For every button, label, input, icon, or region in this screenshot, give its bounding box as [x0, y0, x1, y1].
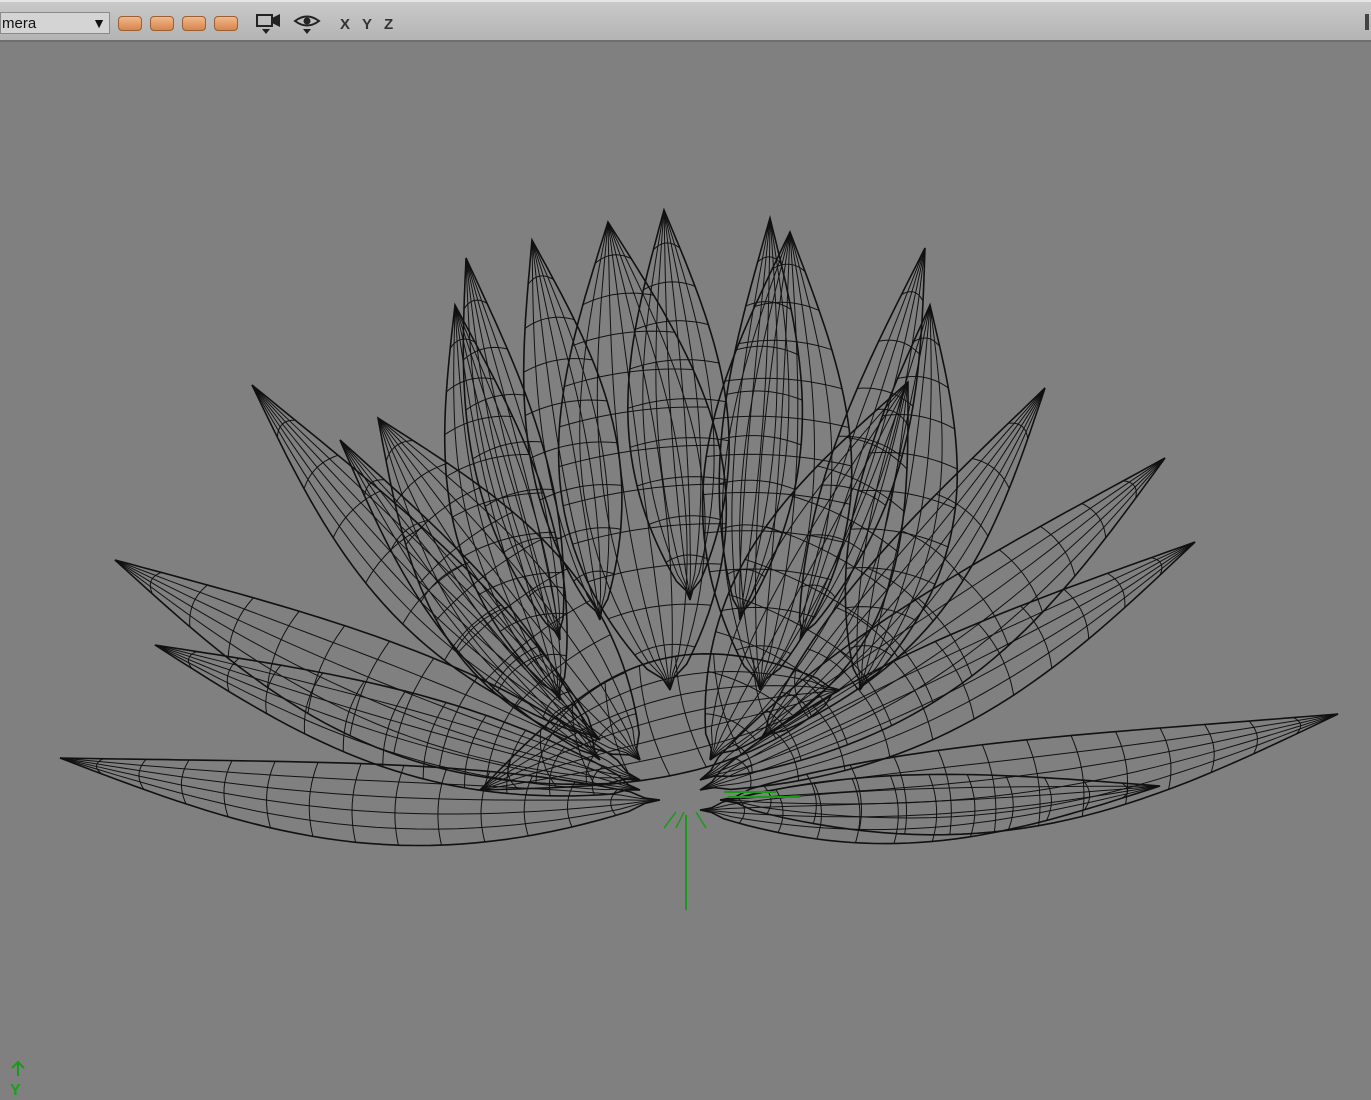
layout-swatch-button-3[interactable]: [182, 16, 206, 31]
spread-petal-left: [251, 384, 601, 741]
panel-edge-handle[interactable]: [1365, 14, 1369, 30]
y-axis-indicator: Y: [10, 1082, 21, 1099]
axis-y-toggle[interactable]: Y: [362, 16, 372, 33]
3d-viewport[interactable]: Y: [0, 42, 1371, 1099]
eye-icon[interactable]: [292, 12, 322, 36]
outer-petal-left: [59, 757, 661, 847]
layout-swatch-button-2[interactable]: [150, 16, 174, 31]
viewport-toolbar: mera ▼ X Y Z: [0, 0, 1371, 42]
camera-dropdown[interactable]: mera ▼: [0, 12, 110, 34]
chevron-down-icon: ▼: [92, 15, 106, 31]
inner-petal-4: [718, 214, 804, 621]
inner-petal-3: [626, 207, 730, 601]
lotus-wireframe-mesh: [11, 207, 1339, 1076]
camera-icon[interactable]: [254, 12, 284, 36]
crown-petal-3: [701, 229, 853, 691]
axis-z-toggle[interactable]: Z: [384, 16, 393, 33]
layout-swatch-button-4[interactable]: [214, 16, 238, 31]
crown-petal-4: [844, 302, 959, 691]
layout-swatch-button-1[interactable]: [118, 16, 142, 31]
camera-dropdown-label: mera: [2, 15, 37, 32]
axis-x-toggle[interactable]: X: [340, 16, 350, 33]
